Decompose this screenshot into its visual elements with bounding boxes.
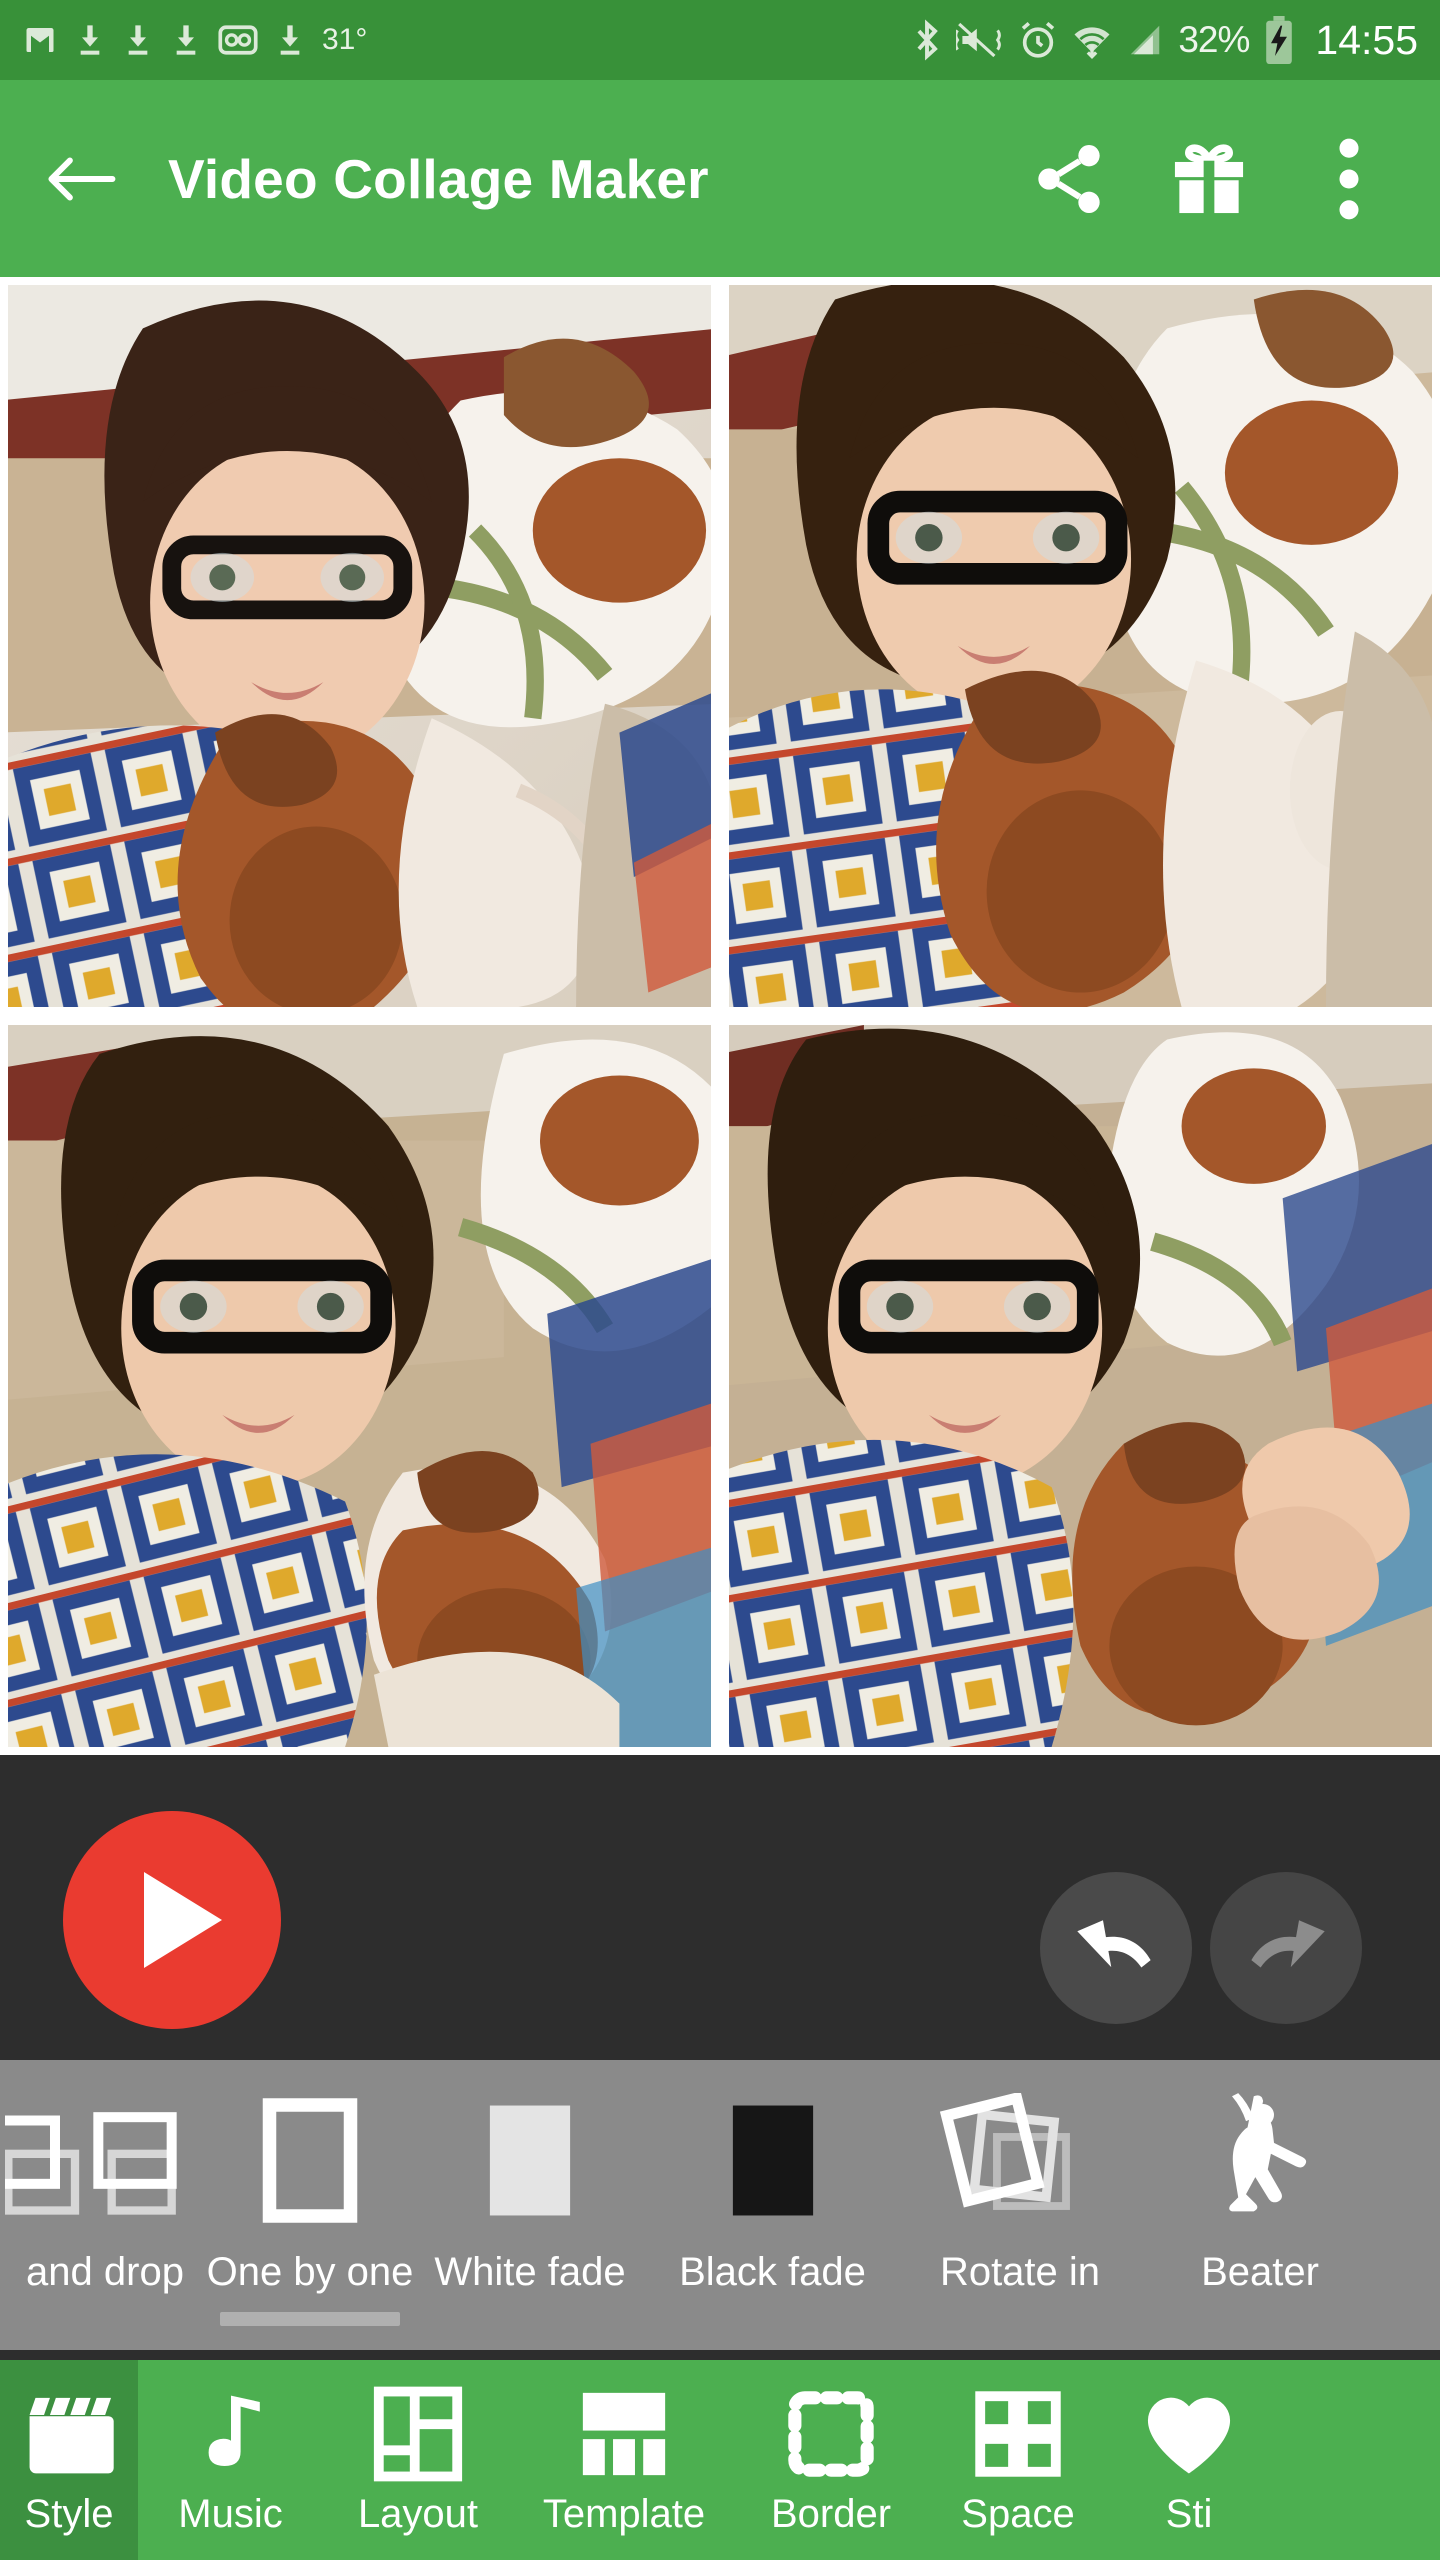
nav-label: Music (178, 2492, 283, 2536)
nav-item-space[interactable]: Space (927, 2360, 1109, 2560)
collage-grid (0, 277, 1440, 1755)
gift-icon[interactable] (1168, 138, 1250, 220)
app-screen: 31° 32% 14:55 Video Collage Maker and dr… (0, 0, 1440, 2560)
download-icon (74, 22, 106, 58)
white-fade-icon (478, 2060, 582, 2260)
nav-item-template[interactable]: Template (513, 2360, 735, 2560)
layout-grid-icon (372, 2380, 464, 2488)
play-button[interactable] (63, 1811, 281, 2029)
overflow-menu-icon[interactable] (1308, 138, 1390, 220)
redo-icon (1251, 1920, 1325, 1968)
transition-item-one-by-one[interactable]: One by one (207, 2060, 413, 2360)
transition-item-drag-and-drop[interactable]: and drop (0, 2060, 210, 2360)
strip-divider (0, 2350, 1440, 2360)
transition-strip[interactable]: and drop One by one White fade Black fad… (0, 2060, 1440, 2360)
black-fade-icon (721, 2060, 825, 2260)
battery-percent-label: 32% (1178, 19, 1250, 60)
beater-icon (1195, 2060, 1325, 2260)
gmail-icon (22, 22, 58, 58)
dashed-border-icon (785, 2380, 877, 2488)
collage-cell-4[interactable] (729, 1025, 1432, 1747)
nav-label: Style (24, 2492, 114, 2536)
space-grid-icon (972, 2380, 1064, 2488)
selected-transition-indicator (220, 2312, 400, 2326)
undo-icon (1077, 1920, 1151, 1968)
alarm-icon (1018, 20, 1058, 60)
transition-label: Rotate in (939, 2250, 1101, 2294)
transition-item-rotate-in[interactable]: Rotate in (895, 2060, 1145, 2360)
status-bar-right-icons: 32% 14:55 (912, 16, 1418, 64)
signal-icon (1126, 21, 1164, 59)
transition-label: One by one (206, 2250, 414, 2294)
one-by-one-icon (255, 2060, 365, 2260)
transition-label: Black fade (679, 2250, 866, 2294)
transition-label: White fade (434, 2250, 626, 2294)
redo-button[interactable] (1210, 1872, 1362, 2024)
app-bar: Video Collage Maker (0, 80, 1440, 277)
transition-item-white-fade[interactable]: White fade (410, 2060, 650, 2360)
download-icon (122, 22, 154, 58)
nav-label: Border (770, 2492, 892, 2536)
clock-label: 14:55 (1315, 16, 1418, 63)
undo-button[interactable] (1040, 1872, 1192, 2024)
status-bar-left-icons: 31° (22, 22, 367, 58)
nav-item-style[interactable]: Style (0, 2360, 138, 2560)
voicemail-icon (218, 23, 258, 57)
download-icon (274, 22, 306, 58)
app-bar-actions (1028, 138, 1400, 220)
nav-item-music[interactable]: Music (138, 2360, 323, 2560)
nav-item-sticker[interactable]: Sti (1109, 2360, 1269, 2560)
music-note-icon (190, 2380, 272, 2488)
nav-label: Layout (357, 2492, 479, 2536)
bluetooth-icon (912, 19, 942, 61)
share-icon[interactable] (1028, 138, 1110, 220)
mute-vibrate-icon (956, 20, 1004, 60)
battery-charging-icon (1263, 16, 1295, 64)
collage-cell-3[interactable] (8, 1025, 711, 1747)
page-title: Video Collage Maker (168, 147, 709, 210)
drag-and-drop-icon (5, 2060, 205, 2260)
transition-item-beater[interactable]: Beater (1145, 2060, 1375, 2360)
wifi-icon (1072, 20, 1112, 60)
nav-item-layout[interactable]: Layout (323, 2360, 513, 2560)
player-controls (0, 1755, 1440, 2060)
back-arrow-icon[interactable] (40, 138, 122, 220)
temperature-indicator: 31° (322, 23, 368, 56)
nav-label: Space (961, 2492, 1075, 2536)
nav-item-border[interactable]: Border (735, 2360, 927, 2560)
transition-item-black-fade[interactable]: Black fade (650, 2060, 895, 2360)
download-icon (170, 22, 202, 58)
collage-cell-1[interactable] (8, 285, 711, 1007)
template-icon (576, 2380, 672, 2488)
collage-cell-2[interactable] (729, 285, 1432, 1007)
status-bar: 31° 32% 14:55 (0, 0, 1440, 80)
nav-label: Template (542, 2492, 706, 2536)
nav-label: Sti (1165, 2492, 1213, 2536)
sticker-heart-icon (1141, 2380, 1237, 2488)
transition-label: and drop (26, 2250, 184, 2294)
rotate-in-icon (933, 2060, 1108, 2260)
bottom-nav[interactable]: Style Music Layout Template Border Space… (0, 2360, 1440, 2560)
clapperboard-icon (23, 2380, 115, 2488)
play-icon (144, 1872, 222, 1968)
transition-label: Beater (1201, 2250, 1319, 2294)
